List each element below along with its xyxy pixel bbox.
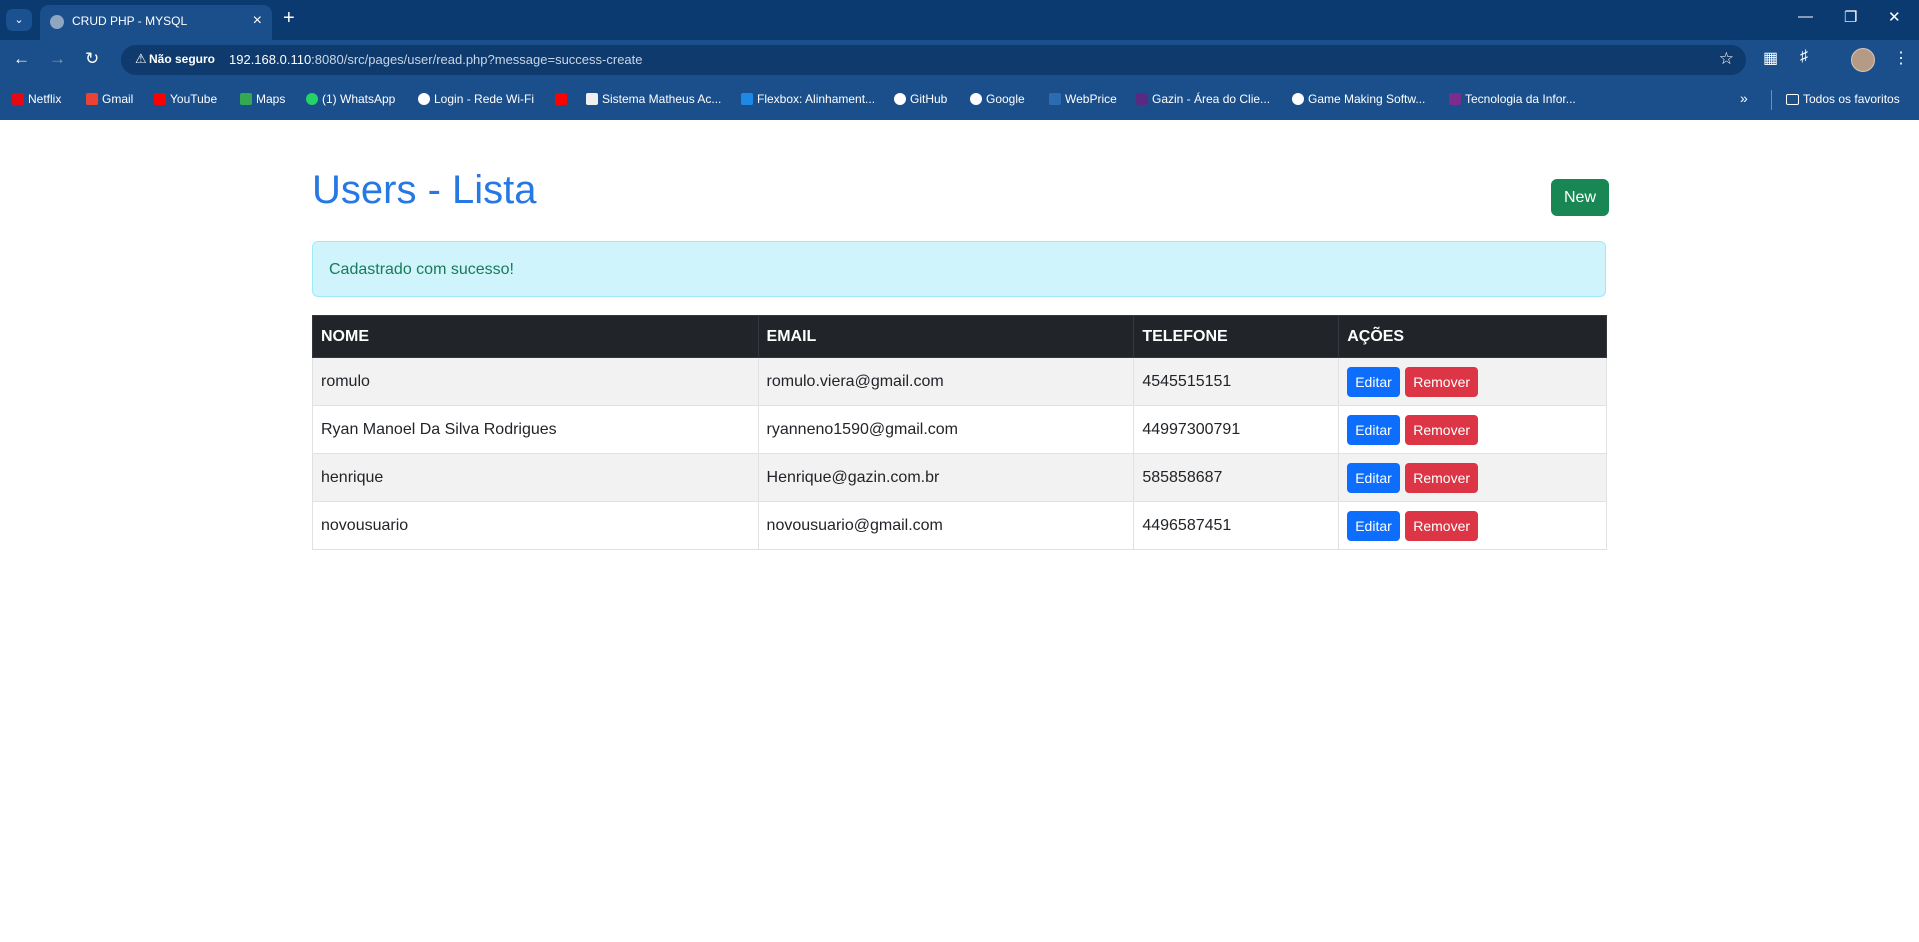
folder-icon — [1786, 94, 1799, 105]
translate-extension-icon[interactable]: ▦ — [1763, 48, 1778, 68]
avatar[interactable] — [1851, 48, 1875, 72]
header-acoes: AÇÕES — [1338, 315, 1607, 358]
bookmark-sistema[interactable]: Sistema Matheus Ac... — [586, 92, 721, 106]
whatsapp-icon — [306, 93, 318, 105]
table-row: romulo romulo.viera@gmail.com 4545515151… — [312, 357, 1607, 406]
flexbox-icon — [741, 93, 753, 105]
reload-icon[interactable]: ↻ — [85, 49, 99, 69]
all-bookmarks-folder[interactable]: Todos os favoritos — [1786, 92, 1900, 106]
new-user-button[interactable]: New — [1551, 179, 1609, 216]
edit-button[interactable]: Editar — [1347, 366, 1400, 397]
bookmark-login-wifi[interactable]: Login - Rede Wi-Fi — [418, 92, 534, 106]
google-icon — [970, 93, 982, 105]
more-bookmarks-icon[interactable]: » — [1740, 90, 1748, 106]
success-alert: Cadastrado com sucesso! — [312, 241, 1606, 297]
bookmarks-bar: Netflix Gmail YouTube Maps (1) WhatsApp … — [0, 80, 1919, 120]
cell-acoes: Editar Remover — [1338, 357, 1607, 406]
url-path: :8080/src/pages/user/read.php?message=su… — [311, 52, 643, 67]
cell-telefone: 585858687 — [1133, 453, 1340, 502]
tab-active[interactable]: CRUD PHP - MYSQL × — [40, 5, 272, 40]
tab-title: CRUD PHP - MYSQL — [72, 14, 188, 28]
remove-button[interactable]: Remover — [1405, 366, 1479, 397]
cell-acoes: Editar Remover — [1338, 453, 1607, 502]
bookmark-flexbox[interactable]: Flexbox: Alinhament... — [741, 92, 875, 106]
table-row: novousuario novousuario@gmail.com 449658… — [312, 501, 1607, 550]
gazin-icon — [1136, 93, 1148, 105]
youtube-icon — [154, 93, 166, 105]
cell-nome: romulo — [312, 357, 759, 406]
url-text[interactable]: 192.168.0.110:8080/src/pages/user/read.p… — [229, 52, 643, 67]
users-table: NOME EMAIL TELEFONE AÇÕES romulo romulo.… — [312, 315, 1607, 550]
remove-button[interactable]: Remover — [1405, 462, 1479, 493]
address-bar[interactable]: ⚠ Não seguro 192.168.0.110:8080/src/page… — [121, 45, 1746, 75]
table-row: henrique Henrique@gazin.com.br 585858687… — [312, 453, 1607, 502]
alert-message: Cadastrado com sucesso! — [329, 261, 514, 278]
back-icon[interactable]: ← — [13, 49, 30, 69]
bookmark-whatsapp[interactable]: (1) WhatsApp — [306, 92, 395, 106]
bookmark-maps[interactable]: Maps — [240, 92, 285, 106]
new-tab-icon[interactable]: + — [283, 7, 295, 30]
bookmarks-divider — [1771, 90, 1772, 110]
netflix-icon — [12, 93, 24, 105]
gamemaker-icon — [1292, 93, 1304, 105]
cell-acoes: Editar Remover — [1338, 405, 1607, 454]
security-label[interactable]: Não seguro — [149, 52, 215, 66]
menu-icon[interactable]: ⋮ — [1893, 48, 1909, 68]
edit-button[interactable]: Editar — [1347, 462, 1400, 493]
minimize-icon[interactable]: — — [1798, 8, 1813, 25]
cell-acoes: Editar Remover — [1338, 501, 1607, 550]
bookmark-webprice[interactable]: WebPrice — [1049, 92, 1117, 106]
bookmark-youtube[interactable]: YouTube — [154, 92, 217, 106]
header-nome: NOME — [312, 315, 759, 358]
cell-email: ryanneno1590@gmail.com — [757, 405, 1135, 454]
warning-icon[interactable]: ⚠ — [135, 51, 147, 67]
bookmark-youtube-2[interactable] — [555, 92, 571, 106]
url-host: 192.168.0.110 — [229, 52, 312, 67]
edit-button[interactable]: Editar — [1347, 414, 1400, 445]
browser-toolbar: ← → ↻ ⚠ Não seguro 192.168.0.110:8080/sr… — [0, 40, 1919, 80]
header-email: EMAIL — [757, 315, 1135, 358]
cell-telefone: 4545515151 — [1133, 357, 1340, 406]
globe-icon — [50, 15, 64, 29]
bookmark-game-making[interactable]: Game Making Softw... — [1292, 92, 1425, 106]
remove-button[interactable]: Remover — [1405, 510, 1479, 541]
header-telefone: TELEFONE — [1133, 315, 1340, 358]
maps-icon — [240, 93, 252, 105]
table-header-row: NOME EMAIL TELEFONE AÇÕES — [312, 315, 1607, 358]
tecnologia-icon — [1449, 93, 1461, 105]
star-icon[interactable]: ☆ — [1719, 49, 1734, 69]
tab-search-icon[interactable]: ⌄ — [6, 9, 32, 31]
cell-telefone: 4496587451 — [1133, 501, 1340, 550]
globe-icon — [418, 93, 430, 105]
gmail-icon — [86, 93, 98, 105]
cell-email: romulo.viera@gmail.com — [757, 357, 1135, 406]
cell-nome: Ryan Manoel Da Silva Rodrigues — [312, 405, 759, 454]
bookmark-google[interactable]: Google — [970, 92, 1025, 106]
restore-icon[interactable]: ❐ — [1844, 8, 1857, 26]
forward-icon[interactable]: → — [49, 49, 66, 69]
cell-nome: novousuario — [312, 501, 759, 550]
page-title: Users - Lista — [312, 168, 537, 212]
bookmark-tecnologia[interactable]: Tecnologia da Infor... — [1449, 92, 1576, 106]
bookmark-github[interactable]: GitHub — [894, 92, 947, 106]
github-icon — [894, 93, 906, 105]
bookmark-gmail[interactable]: Gmail — [86, 92, 133, 106]
cell-email: novousuario@gmail.com — [757, 501, 1135, 550]
youtube-icon — [555, 93, 567, 105]
table-row: Ryan Manoel Da Silva Rodrigues ryanneno1… — [312, 405, 1607, 454]
cell-email: Henrique@gazin.com.br — [757, 453, 1135, 502]
browser-tab-strip: ⌄ CRUD PHP - MYSQL × + — ❐ ✕ — [0, 0, 1919, 40]
remove-button[interactable]: Remover — [1405, 414, 1479, 445]
bookmark-netflix[interactable]: Netflix — [12, 92, 61, 106]
edit-button[interactable]: Editar — [1347, 510, 1400, 541]
sistema-icon — [586, 93, 598, 105]
cell-telefone: 44997300791 — [1133, 405, 1340, 454]
close-icon[interactable]: × — [253, 12, 262, 30]
webprice-icon — [1049, 93, 1061, 105]
close-window-icon[interactable]: ✕ — [1888, 8, 1901, 26]
extensions-icon[interactable]: ♯ — [1800, 48, 1808, 66]
cell-nome: henrique — [312, 453, 759, 502]
bookmark-gazin[interactable]: Gazin - Área do Clie... — [1136, 92, 1270, 106]
